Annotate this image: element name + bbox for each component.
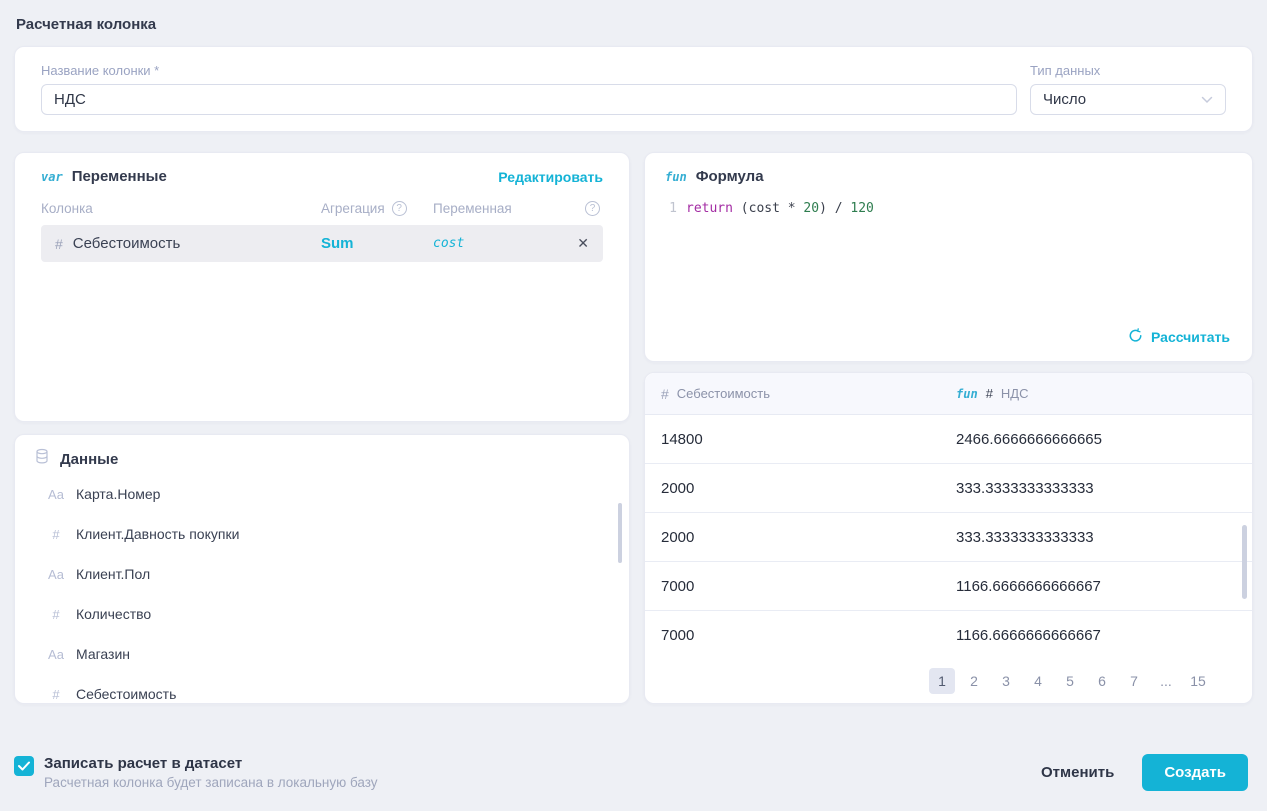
pagination-ellipsis: ... bbox=[1153, 668, 1179, 694]
calculate-label: Рассчитать bbox=[1151, 329, 1230, 345]
save-to-dataset-block: Записать расчет в датасет Расчетная коло… bbox=[14, 755, 378, 790]
data-fields-list: Aa Карта.Номер # Клиент.Давность покупки… bbox=[31, 474, 613, 704]
formula-header: fun Формула bbox=[665, 168, 1232, 185]
list-item[interactable]: # Себестоимость bbox=[31, 674, 613, 704]
table-row: 7000 1166.6666666666667 bbox=[645, 562, 1252, 611]
result-table-card: # Себестоимость fun # НДС 14800 2466.666… bbox=[644, 372, 1253, 704]
column-header-column: Колонка bbox=[41, 201, 321, 216]
variables-table-header: Колонка Агрегация ? Переменная ? bbox=[41, 201, 603, 216]
table-row: 14800 2466.6666666666665 bbox=[645, 415, 1252, 464]
left-column: var Переменные Редактировать Колонка Агр… bbox=[14, 152, 630, 704]
chevron-down-icon bbox=[1201, 91, 1213, 108]
pagination-page[interactable]: 5 bbox=[1057, 668, 1083, 694]
table-row: 2000 333.3333333333333 bbox=[645, 464, 1252, 513]
refresh-icon bbox=[1128, 328, 1143, 346]
pagination-page[interactable]: 15 bbox=[1185, 668, 1211, 694]
dialog-actions: Отменить Создать bbox=[1041, 754, 1253, 791]
main-content: var Переменные Редактировать Колонка Агр… bbox=[14, 152, 1253, 704]
column-settings-card: Название колонки * Тип данных Число bbox=[14, 46, 1253, 132]
data-list-scrollbar[interactable] bbox=[618, 503, 622, 563]
calculate-button[interactable]: Рассчитать bbox=[1128, 328, 1230, 346]
variable-name[interactable]: cost bbox=[433, 236, 571, 251]
pagination-page[interactable]: 1 bbox=[929, 668, 955, 694]
data-fields-title: Данные bbox=[60, 451, 118, 468]
formula-title: Формула bbox=[696, 168, 764, 185]
aggregation-help-icon[interactable]: ? bbox=[392, 201, 407, 216]
create-button[interactable]: Создать bbox=[1142, 754, 1248, 791]
number-type-icon: # bbox=[661, 386, 669, 402]
variable-aggregation[interactable]: Sum bbox=[321, 235, 433, 252]
text-type-icon: Aa bbox=[45, 567, 67, 582]
result-table-body: 14800 2466.6666666666665 2000 333.333333… bbox=[645, 415, 1252, 658]
number-type-icon: # bbox=[45, 607, 67, 622]
fun-icon: fun bbox=[665, 170, 687, 184]
cancel-button[interactable]: Отменить bbox=[1041, 764, 1114, 781]
table-row: 2000 333.3333333333333 bbox=[645, 513, 1252, 562]
pagination: 1 2 3 4 5 6 7 ... 15 bbox=[645, 658, 1252, 703]
result-column-vat[interactable]: fun # НДС bbox=[956, 386, 1252, 401]
variable-help-icon[interactable]: ? bbox=[585, 201, 600, 216]
table-row: 7000 1166.6666666666667 bbox=[645, 611, 1252, 658]
data-fields-header: Данные bbox=[31, 448, 613, 470]
data-type-field-block: Тип данных Число bbox=[1030, 63, 1226, 115]
list-item[interactable]: Aa Клиент.Пол bbox=[31, 554, 613, 594]
database-icon bbox=[34, 448, 50, 470]
variables-card: var Переменные Редактировать Колонка Агр… bbox=[14, 152, 630, 422]
column-name-input[interactable] bbox=[41, 84, 1017, 115]
remove-variable-icon[interactable]: ✕ bbox=[571, 235, 589, 252]
pagination-page[interactable]: 3 bbox=[993, 668, 1019, 694]
pagination-page[interactable]: 7 bbox=[1121, 668, 1147, 694]
number-type-icon: # bbox=[45, 527, 67, 542]
number-type-icon: # bbox=[45, 687, 67, 702]
line-number: 1 bbox=[665, 201, 677, 216]
number-type-icon: # bbox=[986, 386, 993, 401]
column-name-label: Название колонки * bbox=[41, 63, 1017, 78]
formula-card: fun Формула 1 return (cost * 20) / 120 Р… bbox=[644, 152, 1253, 362]
column-header-variable: Переменная bbox=[433, 201, 585, 216]
fun-icon: fun bbox=[956, 387, 978, 401]
save-to-dataset-hint: Расчетная колонка будет записана в локал… bbox=[44, 775, 378, 790]
list-item[interactable]: Aa Карта.Номер bbox=[31, 474, 613, 514]
variables-title: Переменные bbox=[72, 168, 167, 185]
pagination-page[interactable]: 6 bbox=[1089, 668, 1115, 694]
list-item[interactable]: # Клиент.Давность покупки bbox=[31, 514, 613, 554]
dialog-footer: Записать расчет в датасет Расчетная коло… bbox=[14, 754, 1253, 791]
right-column: fun Формула 1 return (cost * 20) / 120 Р… bbox=[644, 152, 1253, 704]
save-to-dataset-label: Записать расчет в датасет bbox=[44, 755, 378, 772]
text-type-icon: Aa bbox=[45, 647, 67, 662]
check-icon bbox=[18, 761, 30, 771]
data-type-select[interactable]: Число bbox=[1030, 84, 1226, 115]
result-table-header: # Себестоимость fun # НДС bbox=[645, 373, 1252, 415]
calculated-column-dialog: Расчетная колонка Название колонки * Тип… bbox=[0, 0, 1267, 811]
var-icon: var bbox=[41, 170, 63, 184]
data-type-value: Число bbox=[1043, 91, 1086, 108]
variable-column-name: Себестоимость bbox=[73, 235, 181, 252]
variable-row[interactable]: # Себестоимость Sum cost ✕ bbox=[41, 225, 603, 262]
data-fields-card: Данные Aa Карта.Номер # Клиент.Давность … bbox=[14, 434, 630, 704]
result-column-cost[interactable]: # Себестоимость bbox=[661, 386, 956, 402]
number-type-icon: # bbox=[55, 236, 63, 252]
data-type-label: Тип данных bbox=[1030, 63, 1226, 78]
result-table-scrollbar[interactable] bbox=[1242, 525, 1247, 599]
list-item[interactable]: # Количество bbox=[31, 594, 613, 634]
pagination-page[interactable]: 4 bbox=[1025, 668, 1051, 694]
variables-header: var Переменные Редактировать bbox=[41, 168, 603, 185]
formula-code-editor[interactable]: 1 return (cost * 20) / 120 bbox=[665, 201, 1232, 216]
save-to-dataset-checkbox[interactable] bbox=[14, 756, 34, 776]
page-title: Расчетная колонка bbox=[14, 14, 1253, 33]
edit-variables-button[interactable]: Редактировать bbox=[498, 169, 603, 185]
pagination-page[interactable]: 2 bbox=[961, 668, 987, 694]
formula-code: return (cost * 20) / 120 bbox=[686, 201, 874, 216]
column-header-aggregation: Агрегация bbox=[321, 201, 385, 216]
text-type-icon: Aa bbox=[45, 487, 67, 502]
column-name-field-block: Название колонки * bbox=[41, 63, 1017, 115]
list-item[interactable]: Aa Магазин bbox=[31, 634, 613, 674]
